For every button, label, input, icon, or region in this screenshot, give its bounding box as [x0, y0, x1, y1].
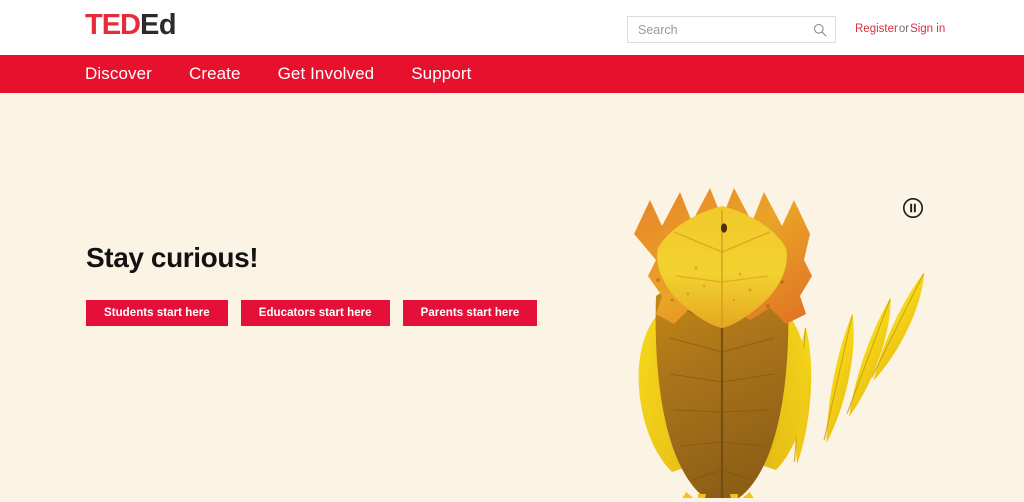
logo-ed-text: Ed	[140, 9, 177, 41]
search-icon[interactable]	[813, 23, 827, 37]
nav-item-get-involved[interactable]: Get Involved	[278, 64, 375, 84]
auth-separator: or	[898, 23, 910, 35]
owl-eye	[720, 223, 728, 233]
nav-item-support[interactable]: Support	[411, 64, 471, 84]
logo-ted-text: TED	[85, 9, 141, 41]
educators-start-here-button[interactable]: Educators start here	[240, 299, 390, 326]
owl-tail-leaves	[793, 272, 925, 465]
nav-item-create[interactable]: Create	[189, 64, 241, 84]
page-root: TEDEd RegisterorSign in Discover Create …	[0, 0, 1024, 502]
students-start-here-button[interactable]: Students start here	[86, 299, 228, 326]
register-link[interactable]: Register	[855, 23, 898, 35]
primary-navbar: Discover Create Get Involved Support	[0, 55, 1024, 93]
parents-start-here-button[interactable]: Parents start here	[402, 299, 538, 326]
nav-list: Discover Create Get Involved Support	[85, 55, 471, 93]
search-input[interactable]	[628, 17, 835, 42]
hero-section: Stay curious! Students start here Educat…	[0, 93, 1024, 502]
ted-ed-logo[interactable]: TEDEd	[85, 9, 177, 41]
auth-links: RegisterorSign in	[855, 23, 945, 36]
hero-copy: Stay curious! Students start here Educat…	[86, 242, 538, 326]
site-header: TEDEd RegisterorSign in	[0, 0, 1024, 55]
cta-button-row: Students start here Educators start here…	[86, 299, 538, 326]
page-title: Stay curious!	[86, 242, 259, 273]
sign-in-link[interactable]: Sign in	[910, 23, 945, 35]
nav-item-discover[interactable]: Discover	[85, 64, 152, 84]
search-box[interactable]	[627, 16, 836, 43]
autumn-leaf-owl-illustration	[600, 148, 960, 498]
